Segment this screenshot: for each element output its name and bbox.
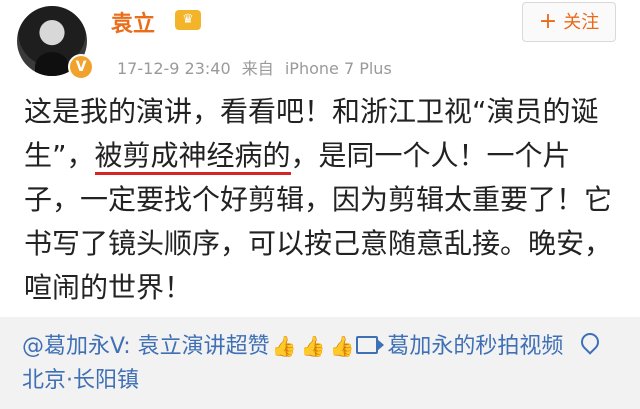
- video-link[interactable]: 葛加永的秒拍视频: [387, 334, 563, 359]
- source-prefix: 来自: [241, 59, 274, 78]
- plus-icon: +: [538, 9, 558, 34]
- repost-colon: :: [123, 334, 138, 359]
- thumbs-up-icon: 👍: [271, 334, 297, 358]
- verified-badge: V: [68, 54, 94, 80]
- post-text-underlined: 被剪成神经病的: [94, 139, 291, 175]
- repost-content: @葛加永V: 袁立演讲超赞 👍 👍 👍 葛加永的秒拍视频北京·长阳镇: [22, 329, 622, 398]
- follow-label: 关注: [563, 12, 600, 33]
- post-header: V 袁立 ♛ 17-12-9 23:40 来自 iPhone 7 Plus + 关…: [0, 0, 640, 88]
- repost-text: 袁立演讲超赞: [137, 334, 270, 359]
- crown-icon: ♛: [175, 10, 201, 30]
- source-device: iPhone 7 Plus: [284, 59, 392, 78]
- timestamp: 17-12-9 23:40: [117, 59, 231, 78]
- thumbs-up-icon: 👍: [329, 334, 355, 358]
- post-text: 这是我的演讲，看看吧！和浙江卫视“演员的诞生”，被剪成神经病的，是同一个人！一个…: [24, 90, 624, 310]
- location-icon: [577, 329, 604, 355]
- follow-button[interactable]: + 关注: [522, 2, 616, 42]
- username[interactable]: 袁立: [111, 6, 155, 38]
- repost-box: @葛加永V: 袁立演讲超赞 👍 👍 👍 葛加永的秒拍视频北京·长阳镇: [0, 317, 640, 409]
- video-icon: [356, 336, 385, 354]
- post-meta: 17-12-9 23:40 来自 iPhone 7 Plus: [117, 55, 398, 79]
- repost-user[interactable]: @葛加永V: [22, 334, 123, 359]
- location-link[interactable]: 北京·长阳镇: [22, 368, 139, 393]
- thumbs-up-icon: 👍: [300, 334, 326, 358]
